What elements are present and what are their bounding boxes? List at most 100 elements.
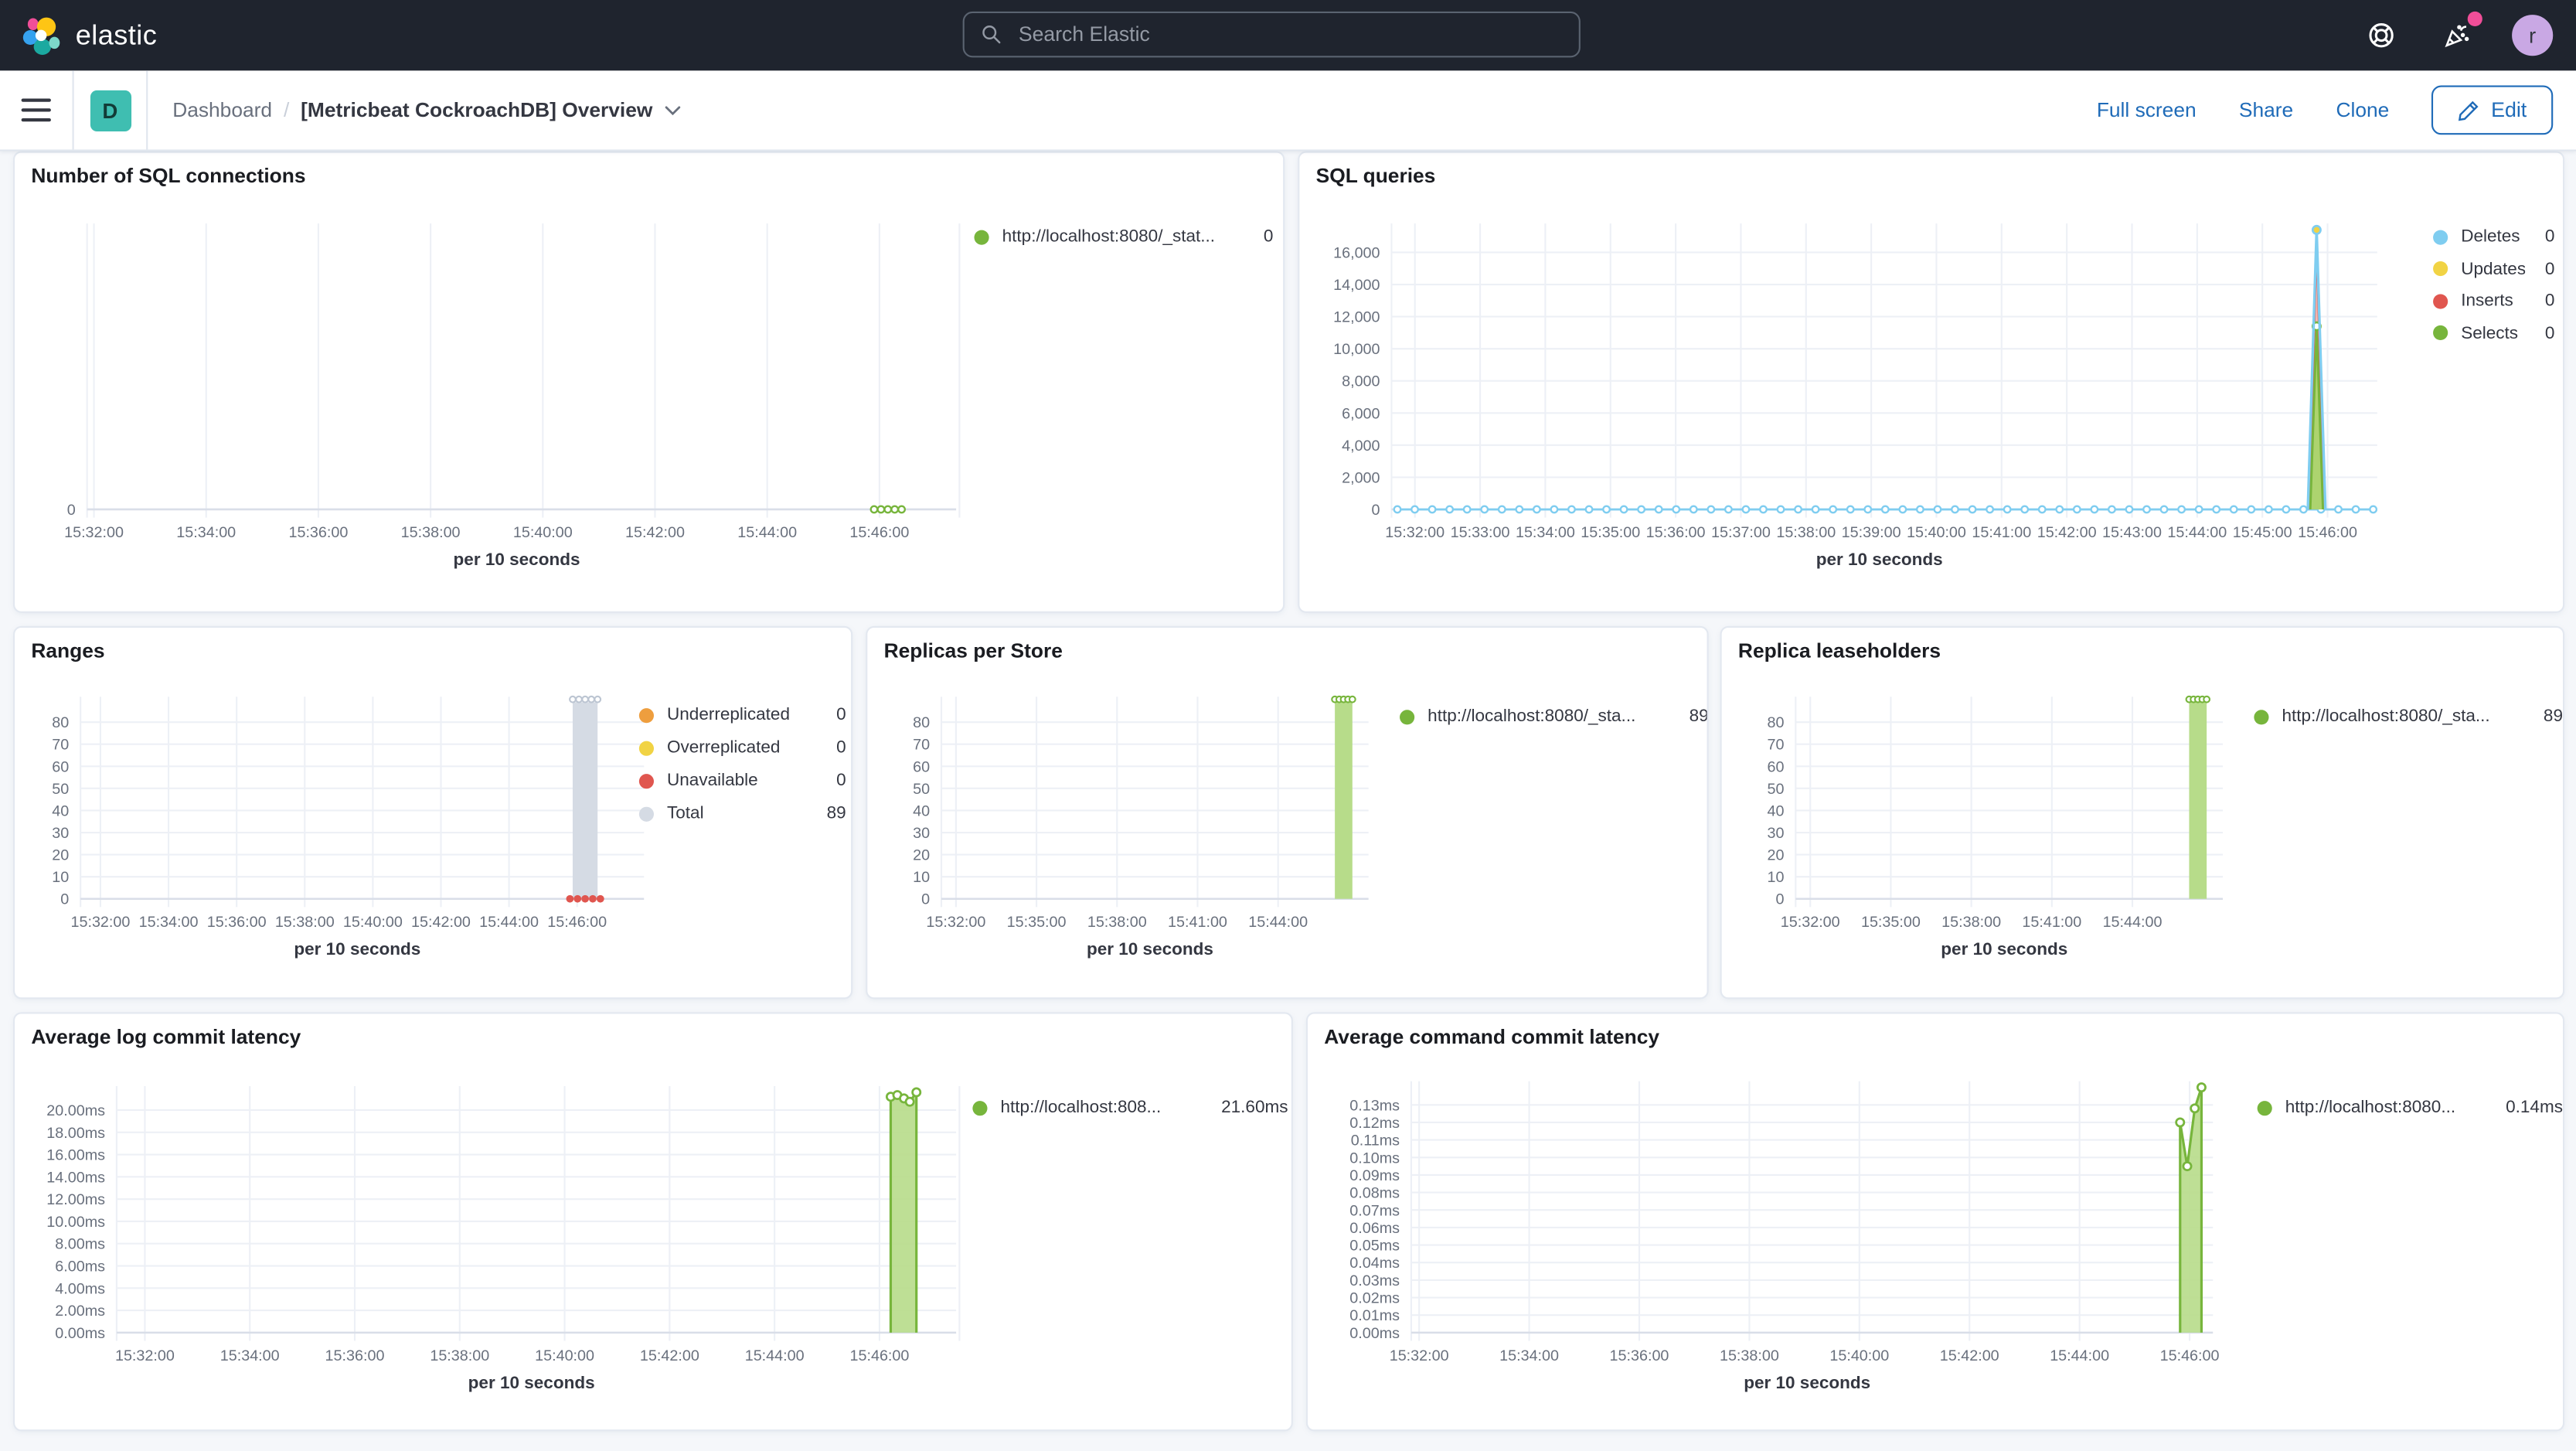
panel-avg-command-commit-latency: Average command commit latency 0.00ms 0.01… — [1305, 1012, 2565, 1432]
breadcrumb-current[interactable]: [Metricbeat CockroachDB] Overview — [301, 98, 682, 122]
svg-text:15:44:00: 15:44:00 — [737, 524, 797, 541]
svg-text:60: 60 — [1767, 758, 1784, 775]
svg-text:0.05ms: 0.05ms — [1349, 1238, 1400, 1255]
dashboard-toolbar: D Dashboard / [Metricbeat CockroachDB] O… — [0, 70, 2576, 152]
svg-text:15:32:00: 15:32:00 — [70, 914, 130, 931]
svg-text:15:35:00: 15:35:00 — [1581, 524, 1640, 541]
svg-text:per 10 seconds: per 10 seconds — [1816, 550, 1943, 569]
legend-item[interactable]: http://localhost:8080/_sta... 89 — [2254, 707, 2563, 727]
breadcrumb-separator: / — [283, 98, 290, 122]
svg-text:15:44:00: 15:44:00 — [2167, 524, 2227, 541]
svg-text:15:43:00: 15:43:00 — [2102, 524, 2162, 541]
edit-button[interactable]: Edit — [2431, 85, 2554, 135]
svg-text:50: 50 — [1767, 781, 1784, 798]
chart-plot-sql-connections[interactable]: 0 15:32:00 15:34:00 15:36:00 15:38:00 15:40:0… — [15, 153, 1285, 613]
full-screen-button[interactable]: Full screen — [2097, 99, 2197, 122]
svg-text:15:32:00: 15:32:00 — [115, 1347, 175, 1364]
chart-plot-replicas-per-store[interactable]: 0 10 20 30 40 50 60 70 80 15:32:00 15:35:00 15:38:0… — [867, 628, 1708, 999]
dashboard-app-badge[interactable]: D — [89, 89, 131, 131]
page-title: [Metricbeat CockroachDB] Overview — [301, 98, 653, 122]
legend-replicas-per-store: http://localhost:8080/_sta... 89 — [1400, 707, 1709, 727]
chart-plot-avg-log-commit-latency[interactable]: 0.00ms 2.00ms 4.00ms 6.00ms 8.00ms 10.00ms 12.… — [15, 1014, 1293, 1432]
share-button[interactable]: Share — [2239, 99, 2293, 122]
legend-value: 89 — [1689, 707, 1709, 727]
panel-sql-connections: Number of SQL connections 0 15:32:00 15:34:… — [13, 151, 1285, 613]
legend-avg-command-commit-latency: http://localhost:8080... 0.14ms — [2257, 1098, 2563, 1117]
edit-button-label: Edit — [2491, 98, 2527, 122]
svg-text:15:38:00: 15:38:00 — [1720, 1347, 1779, 1364]
svg-text:15:41:00: 15:41:00 — [2022, 914, 2081, 931]
chart-plot-sql-queries[interactable]: 0 2,000 4,000 6,000 8,000 10,000 12,000 14,000 1… — [1299, 153, 2564, 613]
legend-item[interactable]: Deletes 0 — [2433, 227, 2554, 247]
svg-text:15:46:00: 15:46:00 — [2298, 524, 2357, 541]
svg-text:per 10 seconds: per 10 seconds — [468, 1373, 595, 1392]
svg-text:per 10 seconds: per 10 seconds — [1087, 939, 1213, 959]
legend-value: 0 — [2544, 291, 2555, 311]
legend-value: 0 — [836, 704, 846, 725]
chart-plot-replica-leaseholders[interactable]: 0 10 20 30 40 50 60 70 80 15:32:00 15:35:00 15:38:0… — [1722, 628, 2564, 999]
svg-text:0.03ms: 0.03ms — [1349, 1272, 1400, 1289]
legend-item[interactable]: http://localhost:808... 21.60ms — [972, 1098, 1288, 1117]
svg-text:30: 30 — [52, 825, 69, 842]
svg-text:15:45:00: 15:45:00 — [2233, 524, 2292, 541]
svg-text:15:44:00: 15:44:00 — [1248, 914, 1308, 931]
svg-text:15:36:00: 15:36:00 — [1610, 1347, 1669, 1364]
svg-text:20: 20 — [913, 847, 930, 864]
svg-text:15:32:00: 15:32:00 — [1390, 1347, 1449, 1364]
legend-item[interactable]: Unavailable 0 — [638, 770, 846, 791]
svg-text:0.07ms: 0.07ms — [1349, 1202, 1400, 1219]
svg-text:15:42:00: 15:42:00 — [2037, 524, 2097, 541]
svg-text:per 10 seconds: per 10 seconds — [1941, 939, 2067, 959]
svg-text:50: 50 — [52, 781, 69, 798]
legend-label: Overreplicated — [667, 737, 781, 758]
chart-plot-avg-command-commit-latency[interactable]: 0.00ms0.01ms0.02ms0.03ms0.04ms0.05ms0.06… — [1308, 1014, 2564, 1432]
legend-item[interactable]: Inserts 0 — [2433, 291, 2554, 311]
clone-button[interactable]: Clone — [2336, 99, 2389, 122]
svg-text:15:42:00: 15:42:00 — [1940, 1347, 1999, 1364]
svg-text:20: 20 — [52, 847, 69, 864]
svg-text:80: 80 — [1767, 714, 1784, 731]
legend-ranges: Underreplicated 0 Overreplicated 0 Unavailab… — [638, 704, 846, 823]
svg-text:15:44:00: 15:44:00 — [2103, 914, 2163, 931]
svg-text:15:46:00: 15:46:00 — [2160, 1347, 2220, 1364]
svg-text:15:36:00: 15:36:00 — [325, 1347, 385, 1364]
legend-item[interactable]: Updates 0 — [2433, 259, 2554, 278]
panel-replicas-per-store: Replicas per Store 0 10 20 30 40 50 60 70 80 15:32… — [866, 625, 1709, 1000]
svg-text:15:35:00: 15:35:00 — [1861, 914, 1921, 931]
legend-item[interactable]: Selects 0 — [2433, 322, 2555, 343]
legend-item[interactable]: Underreplicated 0 — [638, 704, 846, 725]
svg-text:15:44:00: 15:44:00 — [479, 914, 539, 931]
legend-value: 0 — [2544, 322, 2555, 343]
svg-text:2,000: 2,000 — [1342, 469, 1380, 486]
dashboard-app-cell: D — [74, 70, 147, 149]
svg-text:4.00ms: 4.00ms — [55, 1280, 105, 1297]
svg-text:0: 0 — [60, 891, 69, 908]
svg-text:per 10 seconds: per 10 seconds — [294, 939, 420, 959]
svg-text:15:46:00: 15:46:00 — [849, 524, 909, 541]
panel-replica-leaseholders: Replica leaseholders 0 10 20 30 40 50 60 70 80 15:… — [1720, 625, 2565, 1000]
svg-text:0: 0 — [1372, 502, 1380, 519]
svg-text:15:46:00: 15:46:00 — [547, 914, 607, 931]
svg-text:2.00ms: 2.00ms — [55, 1303, 105, 1320]
dashboard-grid: Number of SQL connections 0 15:32:00 15:34:… — [0, 0, 2576, 1451]
legend-item[interactable]: Total 89 — [638, 803, 846, 823]
panel-title-avg-command-commit-latency: Average command commit latency — [1324, 1025, 1660, 1049]
legend-item[interactable]: http://localhost:8080... 0.14ms — [2257, 1098, 2563, 1117]
svg-text:15:40:00: 15:40:00 — [343, 914, 403, 931]
svg-text:10.00ms: 10.00ms — [46, 1214, 105, 1231]
legend-value: 0 — [836, 737, 846, 758]
legend-item[interactable]: Overreplicated 0 — [638, 737, 846, 758]
legend-label: Unavailable — [667, 770, 758, 791]
svg-text:16,000: 16,000 — [1333, 245, 1380, 262]
legend-item[interactable]: http://localhost:8080/_sta... 89 — [1400, 707, 1709, 727]
legend-item[interactable]: http://localhost:8080/_stat... 0 — [974, 227, 1273, 247]
svg-text:30: 30 — [1767, 825, 1784, 842]
svg-text:10: 10 — [913, 869, 930, 886]
svg-text:0.01ms: 0.01ms — [1349, 1307, 1400, 1324]
breadcrumb-dashboard-link[interactable]: Dashboard — [172, 99, 272, 122]
svg-text:0.04ms: 0.04ms — [1349, 1255, 1400, 1272]
svg-text:15:36:00: 15:36:00 — [288, 524, 348, 541]
pencil-icon — [2459, 100, 2479, 121]
legend-label: Selects — [2461, 322, 2519, 343]
menu-button[interactable] — [0, 70, 73, 149]
